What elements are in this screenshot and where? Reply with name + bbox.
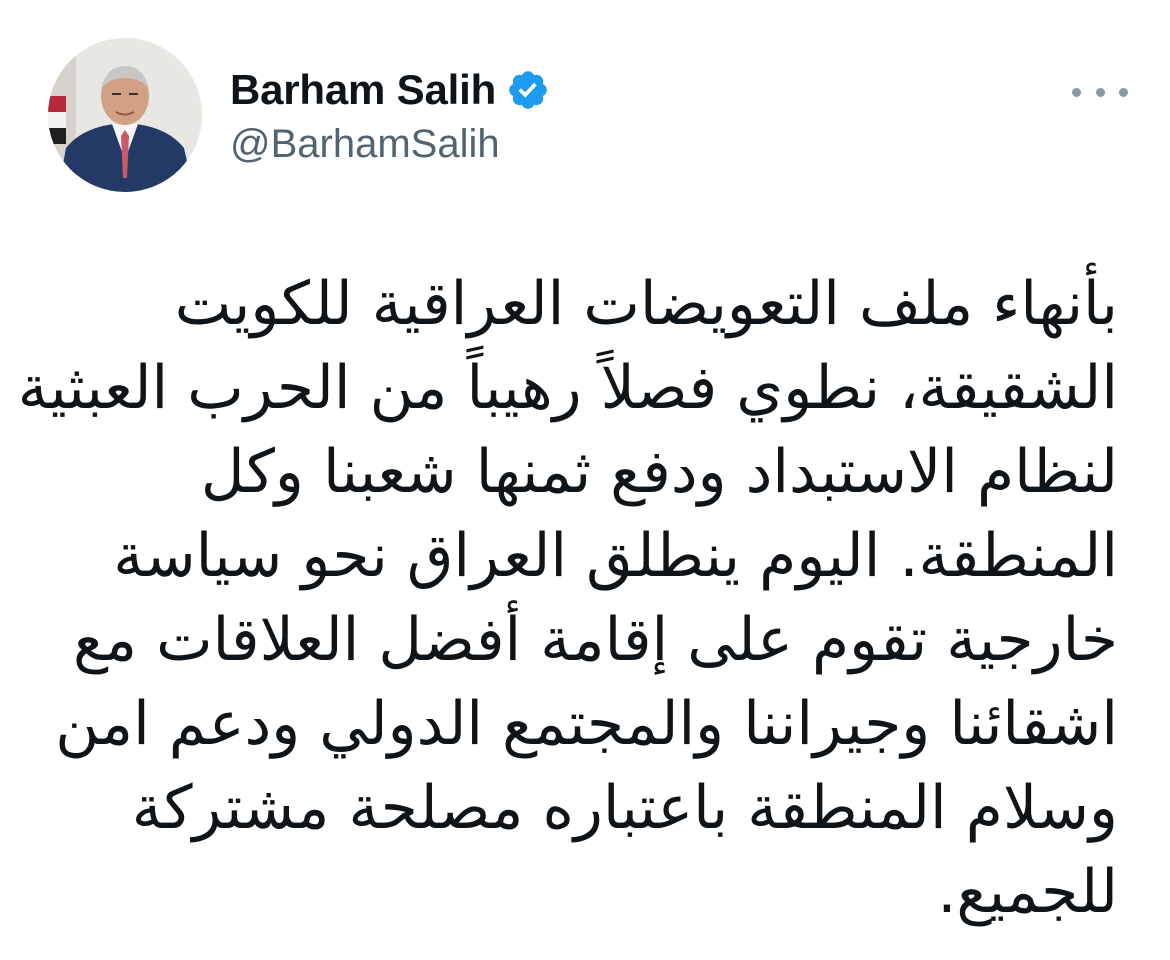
tweet-line: لنظام الاستبداد ودفع ثمنها شعبنا وكل	[200, 437, 1118, 507]
tweet-line: بأنهاء ملف التعويضات العراقية للكويت	[174, 269, 1118, 339]
tweet-line: الشقيقة، نطوي فصلاً رهيباً من الحرب العب…	[17, 353, 1118, 423]
avatar-photo	[48, 38, 202, 192]
more-dot-icon	[1072, 87, 1081, 97]
tweet-card: Barham Salih @BarhamSalih بأنهاء ملف الت…	[0, 0, 1170, 960]
user-info: Barham Salih @BarhamSalih	[230, 66, 930, 167]
more-dot-icon	[1119, 87, 1128, 97]
tweet-line: وسلام المنطقة باعتباره مصلحة مشتركة	[131, 773, 1118, 843]
tweet-text: بأنهاء ملف التعويضات العراقية للكويت الش…	[17, 262, 1118, 934]
tweet-line: المنطقة. اليوم ينطلق العراق نحو سياسة	[113, 521, 1118, 591]
tweet-line: خارجية تقوم على إقامة أفضل العلاقات مع	[73, 605, 1118, 675]
tweet-line: اشقائنا وجيراننا والمجتمع الدولي ودعم ام…	[55, 689, 1118, 759]
more-dot-icon	[1095, 87, 1105, 97]
verified-badge-icon	[506, 68, 550, 112]
username-handle[interactable]: @BarhamSalih	[230, 122, 930, 167]
name-row: Barham Salih	[230, 66, 930, 114]
display-name[interactable]: Barham Salih	[230, 66, 496, 114]
tweet-header: Barham Salih @BarhamSalih	[48, 38, 1128, 198]
avatar[interactable]	[48, 38, 202, 192]
more-options-button[interactable]	[1072, 80, 1128, 104]
tweet-line: للجميع.	[937, 857, 1118, 927]
